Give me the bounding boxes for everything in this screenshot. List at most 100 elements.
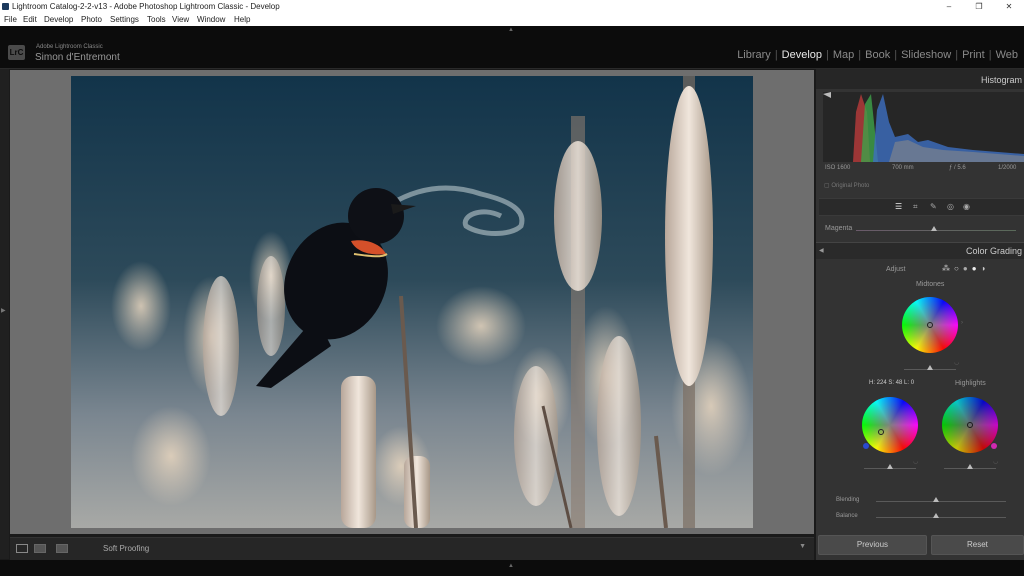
adjust-label: Adjust (886, 266, 906, 273)
develop-toolbar: Soft Proofing ▼ (10, 537, 814, 560)
develop-tool-strip: ☰ ⌗ ✎ ◎ ◉ (819, 198, 1024, 216)
photo-preview[interactable] (71, 76, 753, 528)
module-slideshow[interactable]: Slideshow (901, 49, 951, 61)
app-name: Adobe Lightroom Classic (36, 44, 103, 50)
soft-proofing-toggle[interactable]: Soft Proofing (103, 544, 149, 553)
before-after-icon[interactable] (34, 544, 46, 553)
expand-filmstrip-icon[interactable]: ▲ (508, 563, 514, 569)
panel-switch-icon[interactable]: ◀ (819, 247, 824, 254)
crop-icon[interactable]: ⌗ (913, 202, 918, 212)
user-name: Simon d'Entremont (35, 52, 120, 63)
before-after-split-icon[interactable] (56, 544, 68, 553)
shadows-luminance-thumb[interactable] (887, 464, 893, 469)
blending-slider-thumb[interactable] (933, 497, 939, 502)
module-library[interactable]: Library (737, 49, 771, 61)
window-titlebar: Lightroom Catalog-2-2-v13 - Adobe Photos… (0, 0, 1024, 13)
highlights-hue-swatch[interactable] (991, 443, 997, 449)
menu-tools[interactable]: Tools (147, 13, 166, 26)
toolbar-menu-chevron-icon[interactable]: ▼ (799, 543, 806, 550)
module-print[interactable]: Print (962, 49, 985, 61)
adjust-mode-selector: ⁂ ○ ● ● ◑ (942, 264, 985, 273)
histogram-curve (823, 92, 1024, 162)
highlights-color-wheel[interactable] (942, 397, 998, 453)
midtones-luminance-thumb[interactable] (927, 365, 933, 370)
tint-slider-row: Magenta (816, 219, 1024, 241)
highlights-label: Highlights (955, 380, 986, 387)
balance-slider-thumb[interactable] (933, 513, 939, 518)
window-title: Lightroom Catalog-2-2-v13 - Adobe Photos… (12, 2, 280, 11)
maximize-icon[interactable]: ❐ (964, 0, 994, 13)
menu-settings[interactable]: Settings (110, 13, 139, 26)
shadow-clipping-icon (823, 92, 831, 98)
shadows-wheel-handle[interactable] (878, 429, 884, 435)
tint-magenta-label: Magenta (825, 225, 853, 232)
shadows-hsl-readout: H: 224 S: 48 L: 0 (869, 380, 915, 386)
exif-focal-length: 700 mm (892, 165, 914, 171)
balance-label: Balance (836, 513, 858, 519)
midtones-disclosure-icon[interactable]: › (961, 320, 963, 326)
panel-bottom-buttons: Previous Reset (818, 535, 1024, 555)
menu-view[interactable]: View (172, 13, 189, 26)
previous-button[interactable]: Previous (818, 535, 927, 555)
lrc-logo: LrC (8, 45, 25, 60)
shadows-view-icon[interactable]: ○ (954, 264, 959, 273)
highlights-luminance-thumb[interactable] (967, 464, 973, 469)
menu-help[interactable]: Help (234, 13, 250, 26)
loupe-view-icon[interactable] (16, 544, 28, 553)
three-way-view-icon[interactable]: ⁂ (942, 264, 950, 273)
window-controls: – ❐ ✕ (934, 0, 1024, 13)
reset-button[interactable]: Reset (930, 535, 1024, 555)
balance-slider-track[interactable] (876, 517, 1006, 518)
edit-sliders-icon[interactable]: ☰ (895, 202, 902, 211)
midtones-visibility-icon[interactable]: ◡ (954, 359, 959, 366)
menu-develop[interactable]: Develop (44, 13, 73, 26)
module-map[interactable]: Map (833, 49, 854, 61)
highlights-view-icon[interactable]: ● (972, 264, 977, 273)
global-view-icon[interactable]: ◑ (981, 264, 986, 273)
healing-brush-icon[interactable]: ✎ (930, 202, 937, 211)
highlights-wheel-handle[interactable] (967, 422, 973, 428)
menu-edit[interactable]: Edit (23, 13, 37, 26)
midtones-label: Midtones (916, 281, 945, 288)
exif-shutter: 1/2000 (998, 165, 1017, 171)
photo-red-winged-blackbird (71, 76, 753, 528)
collapse-top-panel-icon[interactable]: ▲ (508, 27, 514, 33)
close-icon[interactable]: ✕ (994, 0, 1024, 13)
left-panel-collapsed[interactable]: ▶ (0, 69, 9, 559)
expand-left-panel-icon[interactable]: ▶ (1, 307, 6, 314)
module-web[interactable]: Web (996, 49, 1018, 61)
right-panel: Histogram ISO 1600 700 mm ƒ / 5.6 1/2000… (816, 69, 1024, 560)
filmstrip-collapsed[interactable]: ▲ (0, 560, 1024, 576)
midtones-view-icon[interactable]: ● (963, 264, 968, 273)
original-photo-checkbox-icon[interactable]: ▢ (824, 183, 830, 189)
shadows-visibility-icon[interactable]: ◡ (913, 458, 918, 465)
lightroom-app-icon (2, 3, 9, 10)
exif-aperture: ƒ / 5.6 (949, 165, 966, 171)
blending-slider-track[interactable] (876, 501, 1006, 502)
histogram-title: Histogram (980, 75, 1022, 85)
identity-plate: ▲ LrC Adobe Lightroom Classic Simon d'En… (0, 26, 1024, 69)
shadows-color-wheel[interactable] (862, 397, 918, 453)
shadows-hue-swatch[interactable] (863, 443, 869, 449)
exif-iso: ISO 1600 (825, 165, 851, 171)
menu-photo[interactable]: Photo (81, 13, 102, 26)
color-grading-header[interactable]: ◀ Color Grading (816, 242, 1024, 259)
midtones-color-wheel[interactable] (902, 297, 958, 353)
masking-icon[interactable]: ◉ (963, 202, 970, 211)
tint-slider-thumb[interactable] (931, 226, 937, 231)
original-photo-toggle[interactable]: ▢ Original Photo (824, 182, 869, 189)
color-grading-title: Color Grading (965, 246, 1022, 256)
highlights-visibility-icon[interactable]: ◡ (993, 458, 998, 465)
menu-file[interactable]: File (4, 13, 17, 26)
module-book[interactable]: Book (865, 49, 890, 61)
histogram-graph[interactable] (823, 92, 1024, 162)
module-picker: Library | Develop | Map | Book | Slidesh… (737, 49, 1018, 61)
midtones-wheel-handle[interactable] (927, 322, 933, 328)
red-eye-icon[interactable]: ◎ (947, 202, 954, 211)
histogram-header[interactable]: Histogram (816, 69, 1024, 89)
menu-window[interactable]: Window (197, 13, 225, 26)
menu-bar: File Edit Develop Photo Settings Tools V… (0, 13, 1024, 26)
original-photo-label: Original Photo (831, 183, 870, 189)
module-develop[interactable]: Develop (782, 49, 822, 61)
minimize-icon[interactable]: – (934, 0, 964, 13)
